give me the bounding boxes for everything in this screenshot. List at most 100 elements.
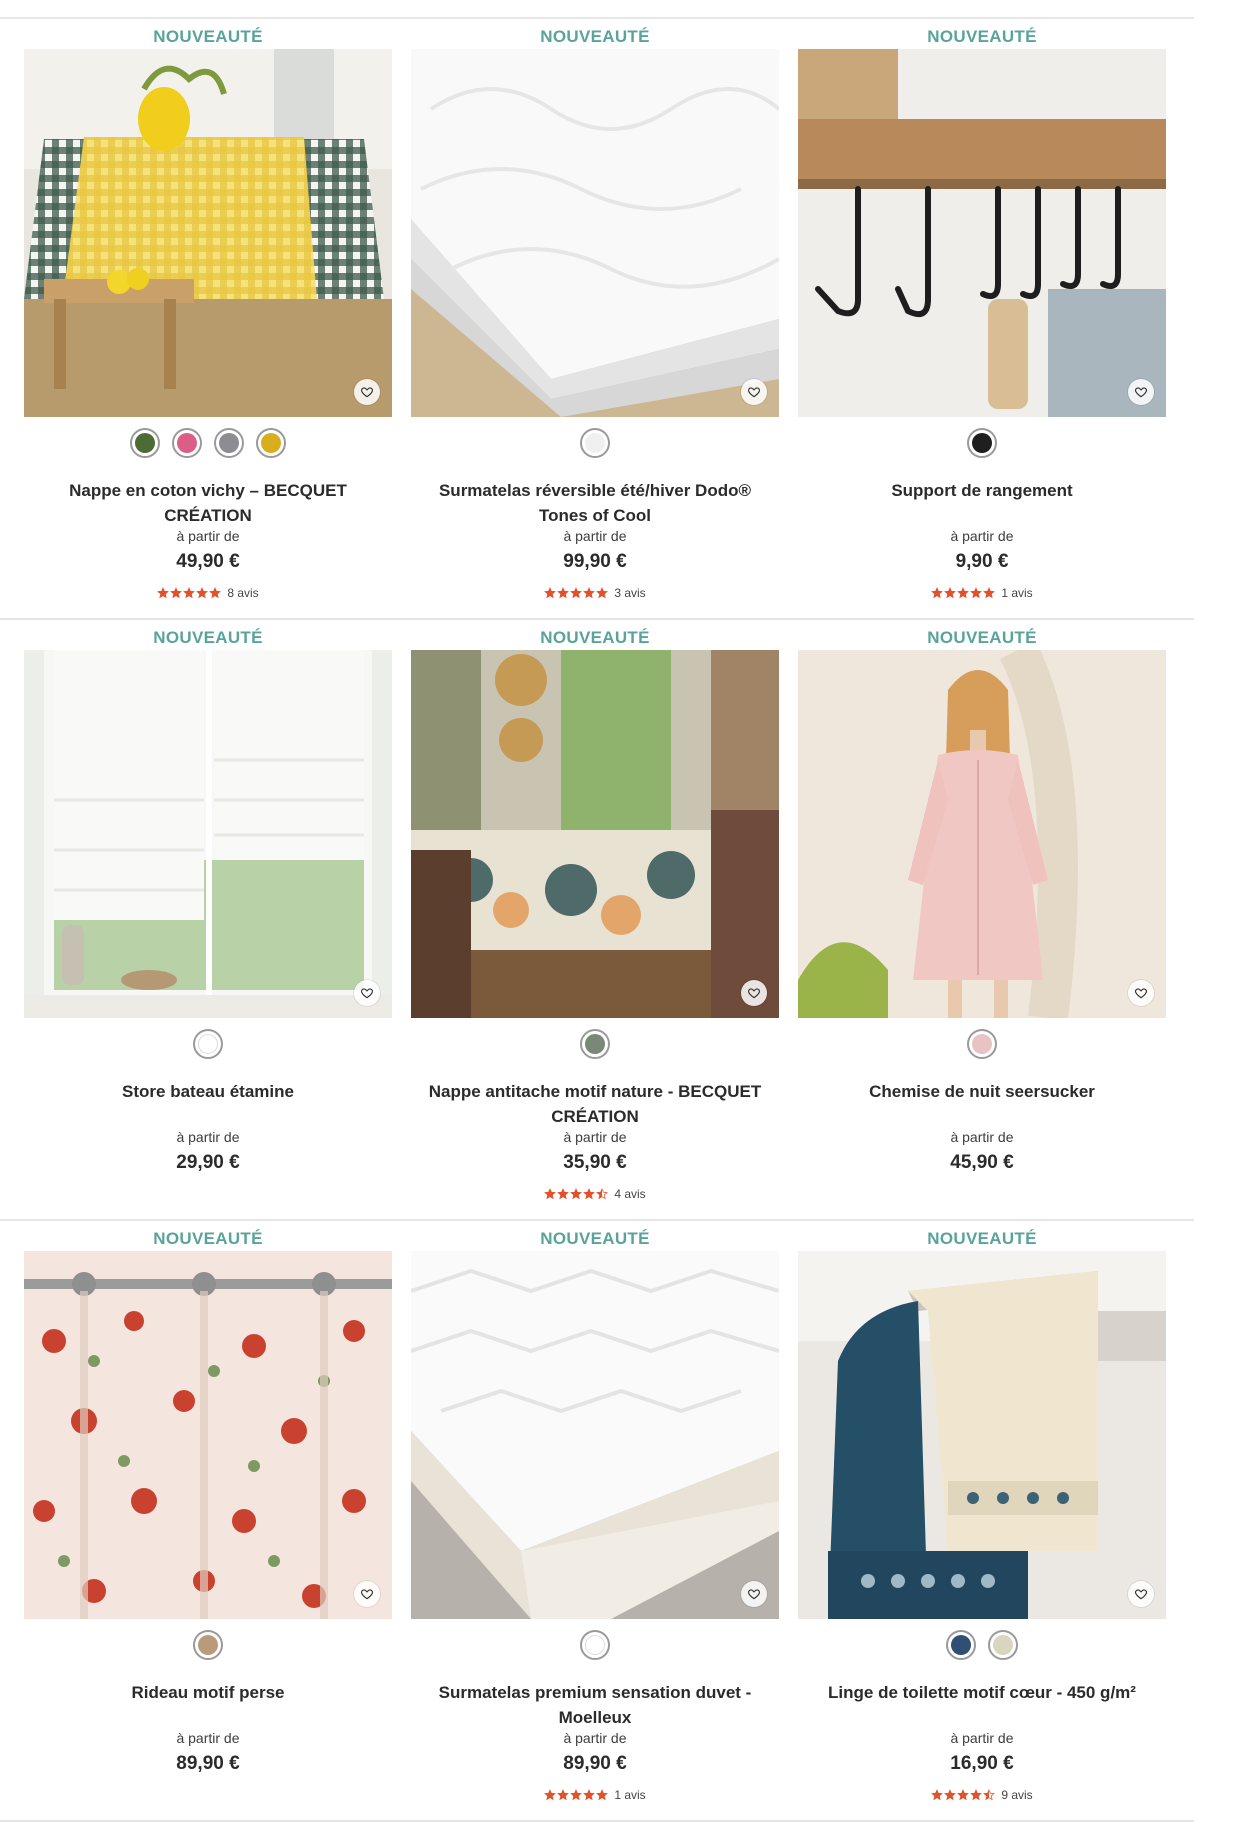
product-card[interactable]: NOUVEAUTÉ <box>24 618 392 1218</box>
product-name[interactable]: Support de rangement <box>798 478 1166 503</box>
wishlist-heart-icon[interactable] <box>1128 1581 1154 1607</box>
product-rating[interactable]: 1 avis <box>411 1788 779 1802</box>
product-name[interactable]: Surmatelas réversible été/hiver Dodo® To… <box>411 478 779 528</box>
product-price: 29,90 € <box>176 1152 240 1173</box>
star-icon <box>557 1188 570 1200</box>
product-image[interactable] <box>411 650 779 1018</box>
product-rating[interactable]: 4 avis <box>411 1187 779 1201</box>
swatch-color-dot <box>177 433 197 453</box>
review-count[interactable]: 4 avis <box>614 1187 645 1201</box>
star-icon <box>596 587 609 599</box>
wishlist-heart-icon[interactable] <box>741 980 767 1006</box>
color-swatch[interactable] <box>193 1029 223 1059</box>
star-icon <box>970 1789 983 1801</box>
color-swatch[interactable] <box>580 428 610 458</box>
color-swatch[interactable] <box>130 428 160 458</box>
hook-rack-image <box>798 49 1166 417</box>
product-row: NOUVEAUTÉ <box>0 17 1194 617</box>
review-count[interactable]: 1 avis <box>614 1788 645 1802</box>
color-swatch[interactable] <box>580 1630 610 1660</box>
product-name[interactable]: Chemise de nuit seersucker <box>798 1079 1166 1104</box>
wishlist-heart-icon[interactable] <box>354 980 380 1006</box>
price-from-label: à partir de <box>176 528 240 544</box>
star-icon <box>983 1789 996 1801</box>
product-price: 9,90 € <box>955 551 1009 572</box>
wishlist-heart-icon[interactable] <box>354 1581 380 1607</box>
color-swatch[interactable] <box>967 428 997 458</box>
product-rating[interactable]: 8 avis <box>24 586 392 600</box>
review-count[interactable]: 9 avis <box>1001 1788 1032 1802</box>
product-image[interactable] <box>798 650 1166 1018</box>
new-badge: NOUVEAUTÉ <box>153 1229 263 1248</box>
product-card[interactable]: NOUVEAUTÉ <box>798 618 1166 1218</box>
color-swatches <box>798 1630 1166 1660</box>
color-swatches <box>411 1630 779 1660</box>
star-icon <box>583 1188 596 1200</box>
review-count[interactable]: 8 avis <box>227 586 258 600</box>
price-from-label: à partir de <box>563 1730 627 1746</box>
color-swatch[interactable] <box>946 1630 976 1660</box>
product-image[interactable] <box>798 1251 1166 1619</box>
color-swatch[interactable] <box>988 1630 1018 1660</box>
price-from-label: à partir de <box>563 528 627 544</box>
color-swatch[interactable] <box>172 428 202 458</box>
rating-stars <box>544 1188 609 1200</box>
product-image[interactable] <box>411 49 779 417</box>
rating-stars <box>544 587 609 599</box>
star-icon <box>544 1789 557 1801</box>
product-rating[interactable]: 9 avis <box>798 1788 1166 1802</box>
product-price: 16,90 € <box>950 1753 1014 1774</box>
review-count[interactable]: 3 avis <box>614 586 645 600</box>
color-swatch[interactable] <box>214 428 244 458</box>
star-icon <box>957 1789 970 1801</box>
roman-blind-image <box>24 650 392 1018</box>
product-name[interactable]: Nappe en coton vichy – BECQUET CRÉATION <box>24 478 392 528</box>
price-from-label: à partir de <box>176 1730 240 1746</box>
product-image[interactable] <box>798 49 1166 417</box>
wishlist-heart-icon[interactable] <box>741 379 767 405</box>
color-swatch[interactable] <box>193 1630 223 1660</box>
towels-image <box>798 1251 1166 1619</box>
color-swatch[interactable] <box>967 1029 997 1059</box>
row-divider <box>0 1820 1194 1822</box>
tablecloth-image <box>24 49 392 417</box>
product-rating[interactable]: 3 avis <box>411 586 779 600</box>
product-card[interactable]: NOUVEAUTÉ Surmatelas premium sensation d… <box>411 1219 779 1819</box>
product-card[interactable]: NOUVEAUTÉ <box>24 1219 392 1819</box>
new-badge: NOUVEAUTÉ <box>540 628 650 647</box>
product-name[interactable]: Store bateau étamine <box>24 1079 392 1104</box>
product-image[interactable] <box>24 650 392 1018</box>
product-name[interactable]: Linge de toilette motif cœur - 450 g/m² <box>798 1680 1166 1705</box>
color-swatch[interactable] <box>580 1029 610 1059</box>
product-card[interactable]: NOUVEAUTÉ Surmatelas réversible été/hive… <box>411 17 779 617</box>
product-image[interactable] <box>411 1251 779 1619</box>
product-card[interactable]: NOUVEAUTÉ <box>411 618 779 1218</box>
star-icon <box>209 587 222 599</box>
price-from-label: à partir de <box>950 528 1014 544</box>
color-swatch[interactable] <box>256 428 286 458</box>
product-image[interactable] <box>24 1251 392 1619</box>
product-card[interactable]: NOUVEAUTÉ <box>24 17 392 617</box>
wishlist-heart-icon[interactable] <box>354 379 380 405</box>
wishlist-heart-icon[interactable] <box>1128 379 1154 405</box>
wishlist-heart-icon[interactable] <box>741 1581 767 1607</box>
wishlist-heart-icon[interactable] <box>1128 980 1154 1006</box>
new-badge: NOUVEAUTÉ <box>927 1229 1037 1248</box>
product-name[interactable]: Surmatelas premium sensation duvet - Moe… <box>411 1680 779 1730</box>
swatch-color-dot <box>261 433 281 453</box>
star-icon <box>596 1188 609 1200</box>
product-image[interactable] <box>24 49 392 417</box>
product-card[interactable]: NOUVEAUTÉ <box>798 17 1166 617</box>
new-badge: NOUVEAUTÉ <box>540 27 650 46</box>
product-name[interactable]: Nappe antitache motif nature - BECQUET C… <box>411 1079 779 1129</box>
product-name[interactable]: Rideau motif perse <box>24 1680 392 1705</box>
star-icon <box>570 1188 583 1200</box>
product-card[interactable]: NOUVEAUTÉ Linge de toilette motif cœur -… <box>798 1219 1166 1819</box>
product-rating[interactable]: 1 avis <box>798 586 1166 600</box>
product-price: 89,90 € <box>176 1753 240 1774</box>
swatch-color-dot <box>585 433 605 453</box>
swatch-color-dot <box>972 433 992 453</box>
product-price: 49,90 € <box>176 551 240 572</box>
color-swatches <box>24 1630 392 1660</box>
review-count[interactable]: 1 avis <box>1001 586 1032 600</box>
